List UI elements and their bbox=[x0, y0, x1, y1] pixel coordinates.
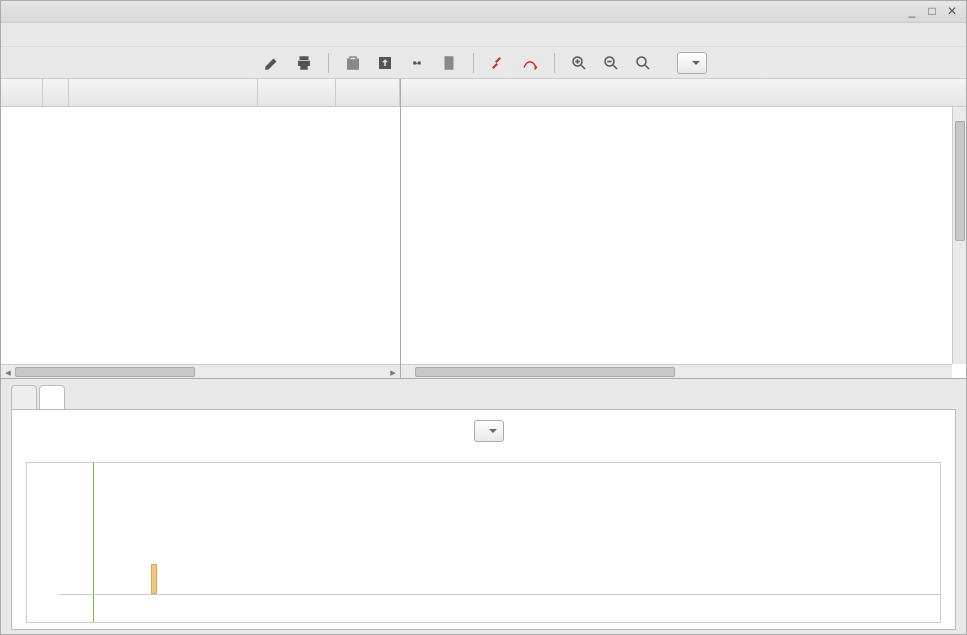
print-icon[interactable] bbox=[292, 51, 316, 75]
gantt-v-scrollbar[interactable] bbox=[952, 107, 966, 364]
zoom-fit-icon[interactable] bbox=[631, 51, 655, 75]
minimize-button[interactable]: _ bbox=[904, 3, 920, 19]
task-grid: ◂▸ bbox=[1, 79, 401, 378]
paste-icon[interactable] bbox=[437, 51, 461, 75]
maximize-button[interactable]: □ bbox=[924, 3, 940, 19]
close-button[interactable]: ✕ bbox=[944, 3, 960, 19]
clipboard-icon[interactable] bbox=[341, 51, 365, 75]
workload-ylabel bbox=[27, 463, 31, 622]
col-duration[interactable] bbox=[336, 79, 400, 106]
dependencies-icon[interactable] bbox=[518, 51, 542, 75]
col-number[interactable] bbox=[1, 79, 43, 106]
gantt-chart bbox=[401, 79, 966, 378]
dates-combo[interactable] bbox=[677, 52, 707, 74]
link-icon[interactable] bbox=[405, 51, 429, 75]
titlebar: _ □ ✕ bbox=[1, 1, 966, 23]
col-resources[interactable] bbox=[258, 79, 336, 106]
gantt-h-scrollbar[interactable] bbox=[401, 364, 952, 378]
workload-chart bbox=[26, 462, 941, 623]
tab-schedule[interactable] bbox=[11, 385, 37, 409]
grid-h-scrollbar[interactable]: ◂▸ bbox=[1, 364, 400, 378]
toolbar bbox=[1, 47, 966, 79]
critical-path-icon[interactable] bbox=[486, 51, 510, 75]
edit-icon[interactable] bbox=[260, 51, 284, 75]
menubar bbox=[1, 23, 966, 47]
col-name[interactable] bbox=[69, 79, 258, 106]
tab-workload[interactable] bbox=[39, 385, 65, 409]
zoom-in-icon[interactable] bbox=[567, 51, 591, 75]
resource-combo[interactable] bbox=[474, 420, 504, 442]
import-icon[interactable] bbox=[373, 51, 397, 75]
zoom-out-icon[interactable] bbox=[599, 51, 623, 75]
col-toggle[interactable] bbox=[43, 79, 69, 106]
